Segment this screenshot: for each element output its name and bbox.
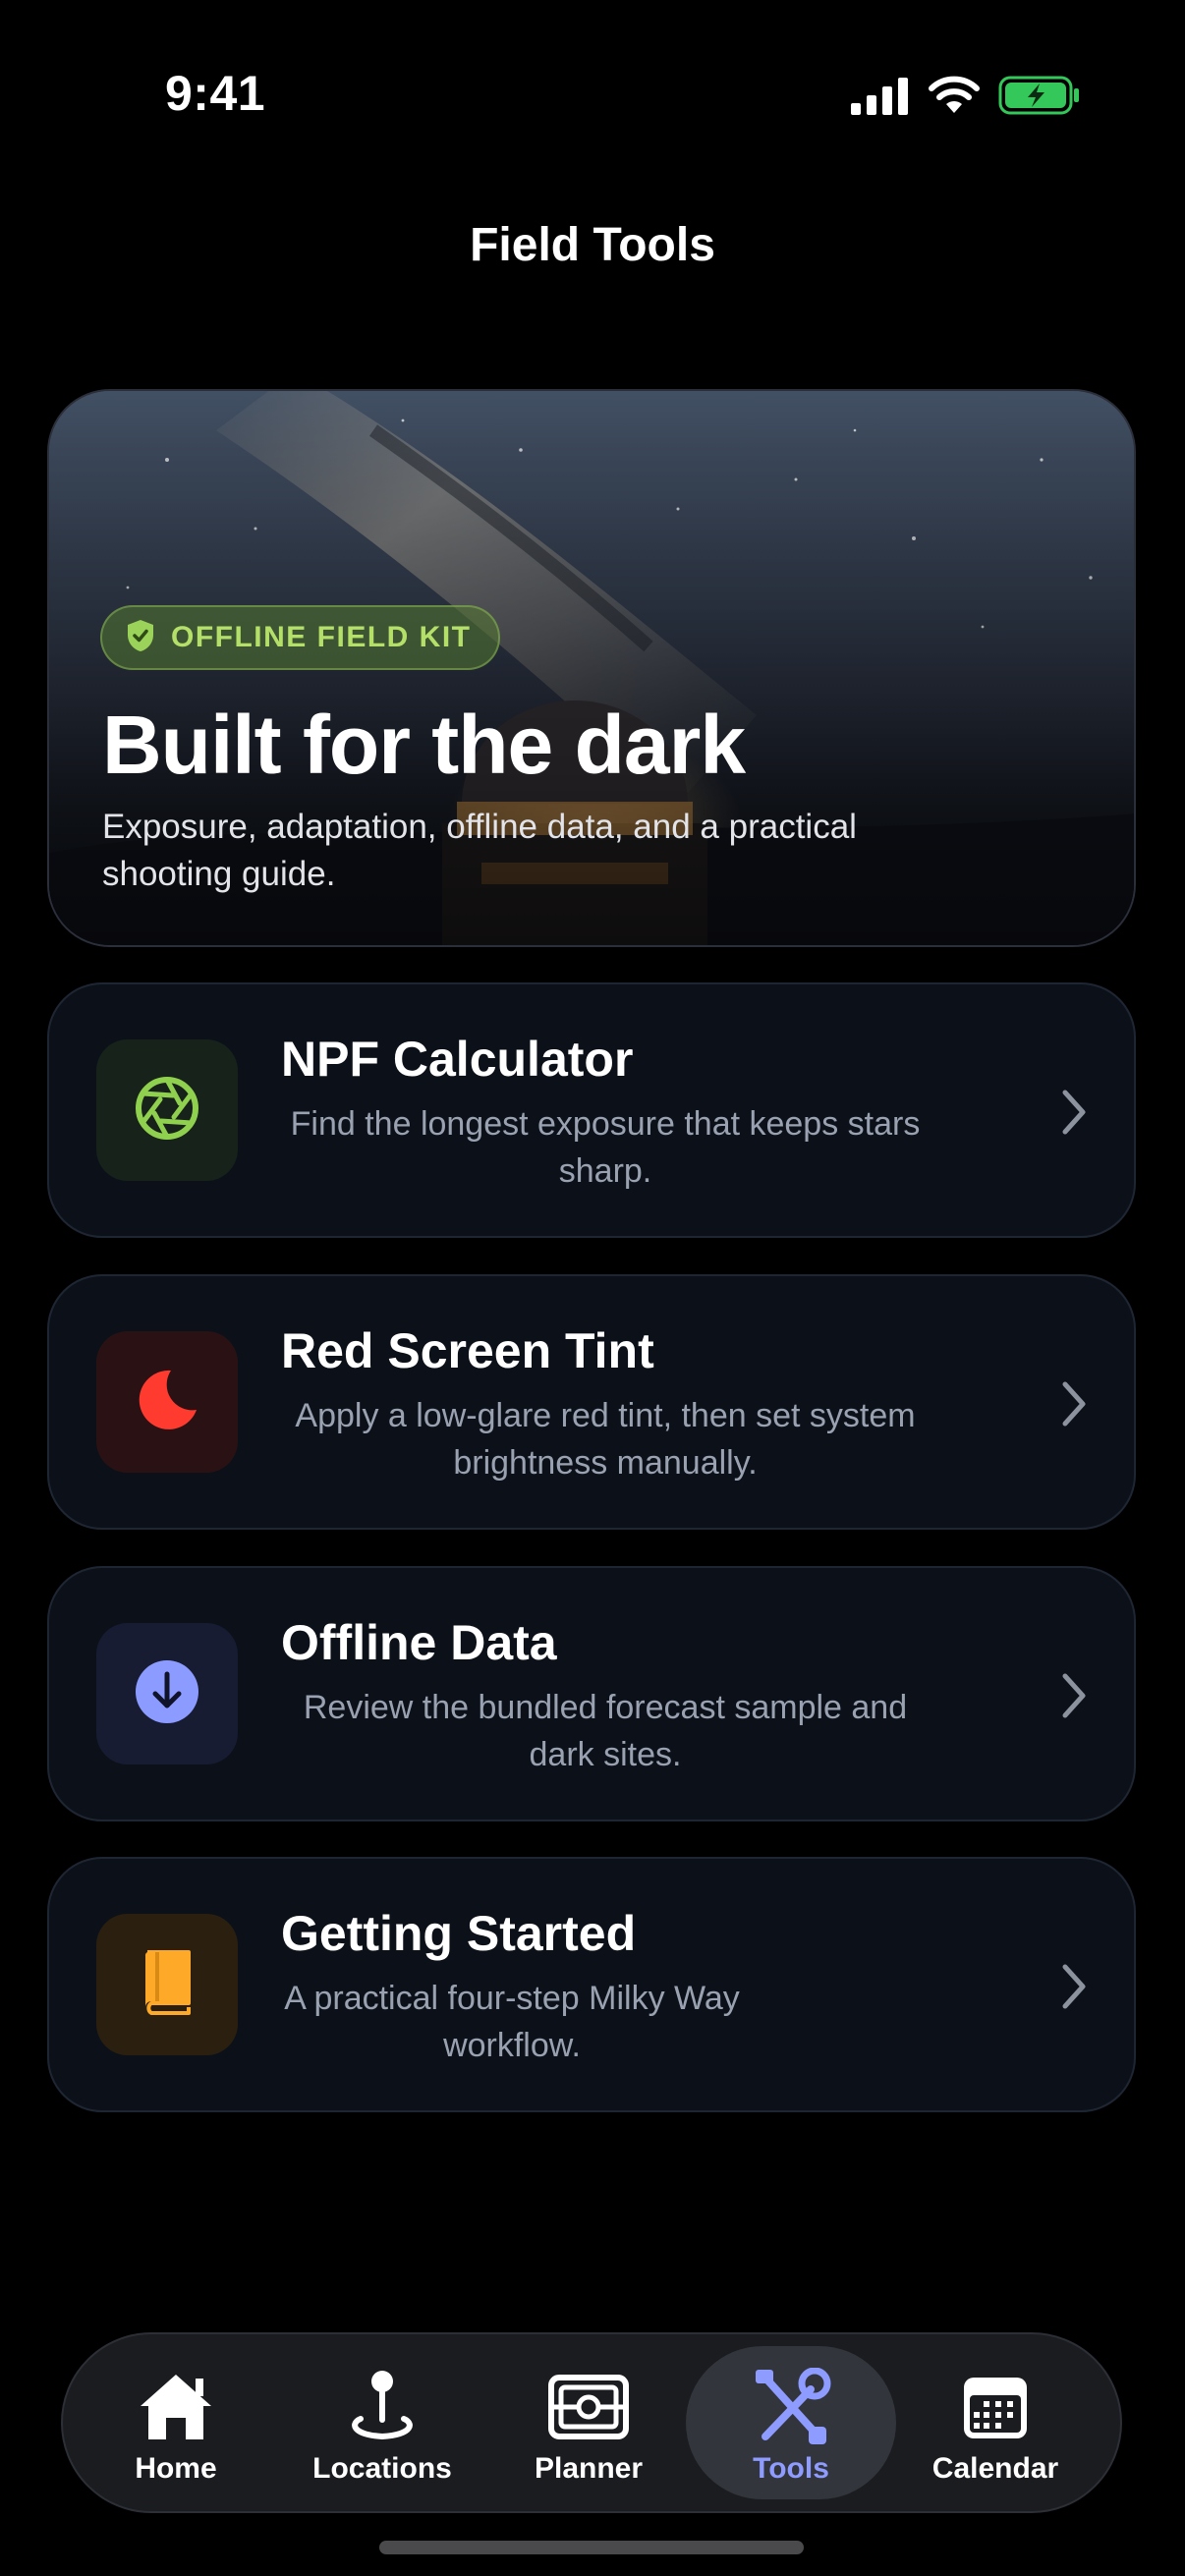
status-time: 9:41 [165, 66, 266, 121]
tool-description: Apply a low-glare red tint, then set sys… [295, 1397, 916, 1482]
chevron-right-icon [1059, 1963, 1089, 2015]
shield-check-icon [126, 619, 155, 657]
battery-charging-icon [998, 75, 1081, 121]
tools-icon [750, 2368, 832, 2446]
red-tint-icon-container [96, 1331, 238, 1473]
planner-icon [547, 2368, 630, 2446]
offline-field-kit-badge: OFFLINE FIELD KIT [100, 605, 501, 670]
tab-label: Home [135, 2452, 217, 2485]
hero-badge-label: OFFLINE FIELD KIT [171, 621, 472, 653]
npf-calculator-card[interactable]: NPF Calculator Find the longest exposure… [47, 982, 1136, 1238]
hero-card: OFFLINE FIELD KIT Built for the dark Exp… [47, 389, 1136, 947]
cellular-signal-icon [851, 76, 910, 120]
home-indicator[interactable] [379, 2541, 804, 2554]
getting-started-card[interactable]: Getting Started A practical four-step Mi… [47, 1857, 1136, 2112]
aperture-icon [133, 1074, 201, 1148]
tool-description: Find the longest exposure that keeps sta… [290, 1105, 921, 1190]
chevron-right-icon [1059, 1089, 1089, 1141]
tab-label: Planner [534, 2452, 644, 2485]
wifi-icon [928, 76, 981, 120]
tool-title: Offline Data [281, 1615, 557, 1670]
offline-data-card[interactable]: Offline Data Review the bundled forecast… [47, 1566, 1136, 1821]
page-title: Field Tools [470, 219, 715, 271]
tab-label: Tools [753, 2452, 829, 2485]
house-icon [137, 2368, 215, 2446]
tab-planner[interactable]: Planner [483, 2346, 694, 2499]
tab-label: Calendar [931, 2452, 1059, 2485]
getting-started-icon-container [96, 1914, 238, 2055]
status-icons [851, 75, 1081, 121]
hero-title: Built for the dark [102, 699, 746, 791]
red-screen-tint-card[interactable]: Red Screen Tint Apply a low-glare red ti… [47, 1274, 1136, 1530]
map-pin-icon [347, 2368, 418, 2446]
npf-icon-container [96, 1039, 238, 1181]
tab-bar: Home Locations Planner Tools Calendar [61, 2332, 1122, 2513]
tool-description: Review the bundled forecast sample and d… [303, 1689, 908, 1773]
chevron-right-icon [1059, 1672, 1089, 1724]
download-circle-icon [134, 1658, 200, 1730]
tab-home[interactable]: Home [71, 2346, 281, 2499]
offline-data-icon-container [96, 1623, 238, 1764]
moon-icon [132, 1365, 202, 1440]
tool-description: A practical four-step Milky Way workflow… [284, 1980, 740, 2064]
tool-title: NPF Calculator [281, 1032, 634, 1087]
offline-data-text: Offline Data Review the bundled forecast… [281, 1613, 988, 1778]
chevron-right-icon [1059, 1380, 1089, 1432]
red-tint-text: Red Screen Tint Apply a low-glare red ti… [281, 1321, 988, 1486]
tool-title: Getting Started [281, 1906, 637, 1961]
book-icon [138, 1948, 197, 2022]
tool-title: Red Screen Tint [281, 1323, 654, 1378]
tab-locations[interactable]: Locations [277, 2346, 487, 2499]
tab-label: Locations [312, 2452, 452, 2485]
getting-started-text: Getting Started A practical four-step Mi… [281, 1904, 988, 2069]
npf-text: NPF Calculator Find the longest exposure… [281, 1030, 988, 1195]
hero-subtitle: Exposure, adaptation, offline data, and … [102, 808, 857, 893]
tab-tools[interactable]: Tools [686, 2346, 896, 2499]
tab-calendar[interactable]: Calendar [890, 2346, 1100, 2499]
calendar-icon [960, 2368, 1031, 2446]
status-bar: 9:41 [0, 0, 1185, 187]
